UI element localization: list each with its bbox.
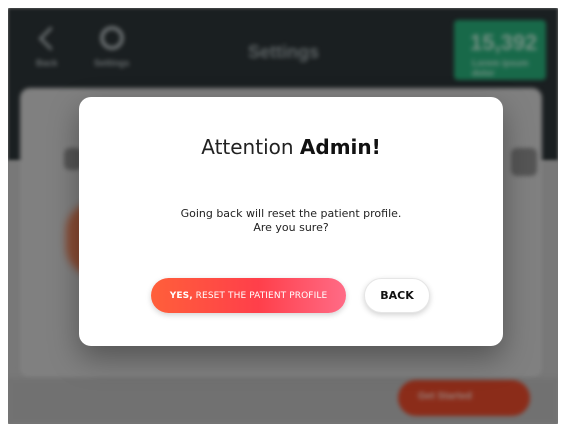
modal-title: Attention Admin! [79, 135, 503, 159]
modal-title-prefix: Attention [201, 135, 300, 159]
reset-button-yes: YES, [169, 290, 193, 301]
modal-message: Going back will reset the patient profil… [79, 207, 503, 235]
modal-message-line-2: Are you sure? [253, 220, 329, 234]
reset-button-rest: RESET THE PATIENT PROFILE [192, 290, 328, 301]
modal-title-emphasis: Admin! [299, 135, 381, 159]
confirmation-modal: Attention Admin! Going back will reset t… [79, 97, 503, 346]
reset-patient-profile-button[interactable]: YES, RESET THE PATIENT PROFILE [151, 278, 346, 313]
modal-actions: YES, RESET THE PATIENT PROFILE BACK [79, 277, 503, 317]
modal-message-line-1: Going back will reset the patient profil… [180, 207, 402, 220]
back-button[interactable]: BACK [364, 278, 430, 313]
